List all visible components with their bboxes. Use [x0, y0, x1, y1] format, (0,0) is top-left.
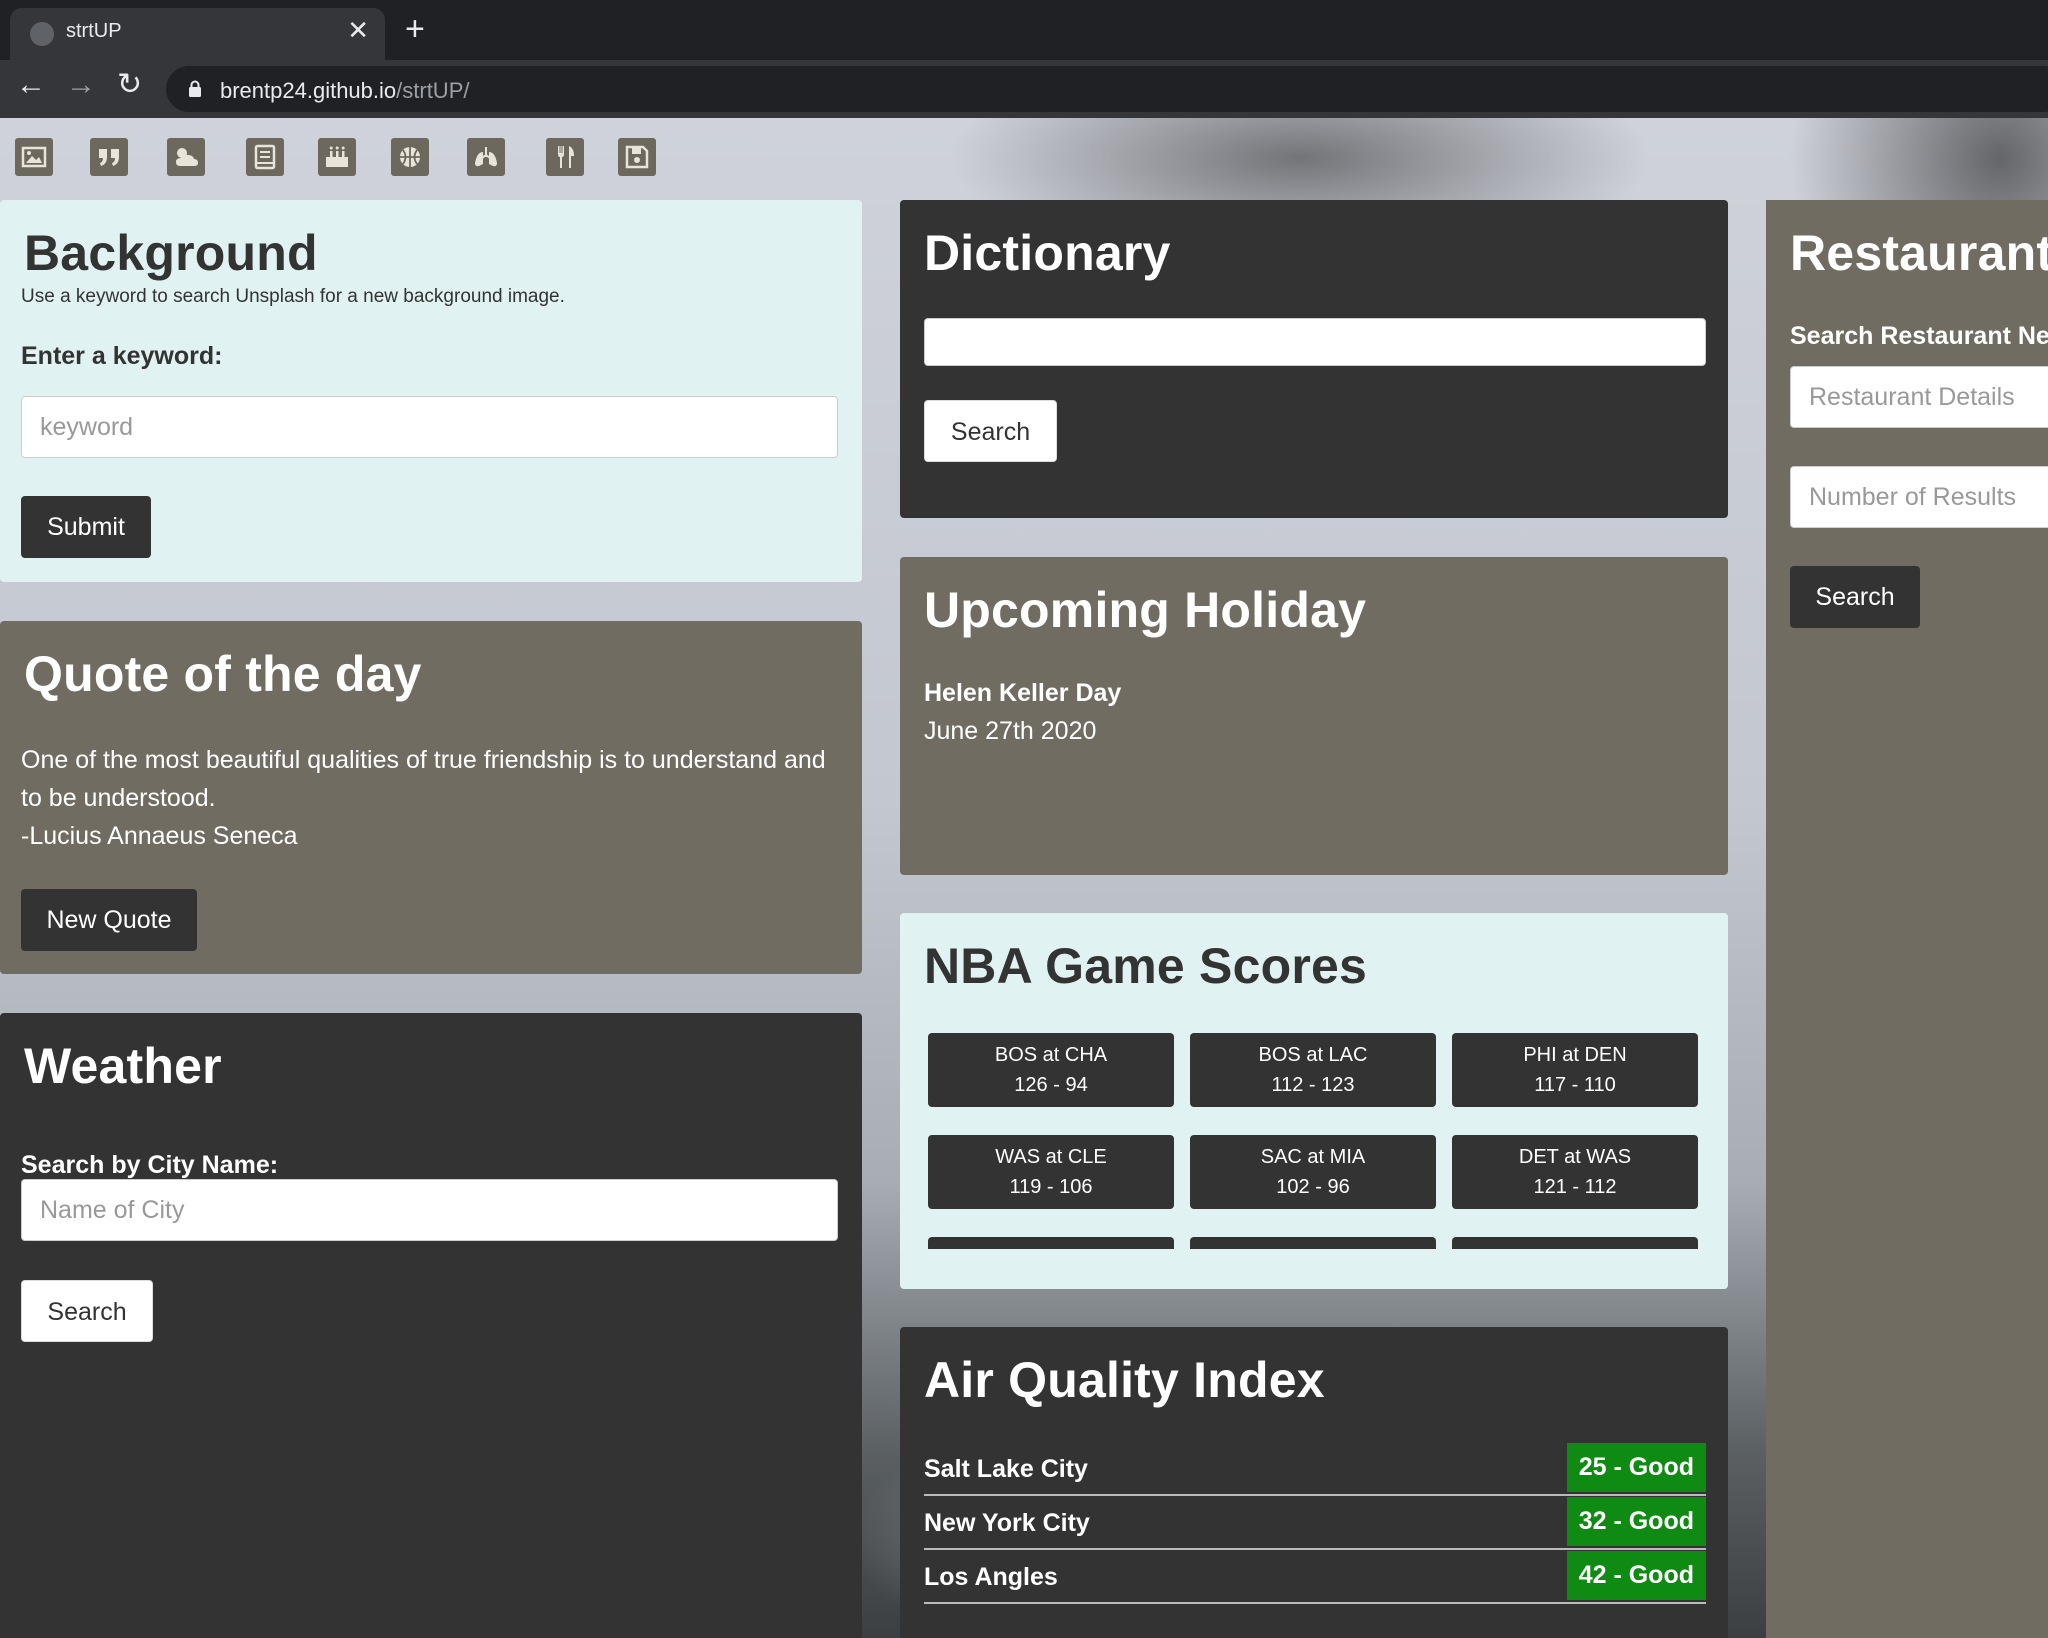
nba-card: NBA Game Scores BOS at CHA 126 - 94 BOS at…	[900, 913, 1728, 1289]
aqi-row: Los Angles 42 - Good	[924, 1551, 1706, 1604]
dictionary-input[interactable]	[924, 318, 1706, 366]
globe-icon	[30, 22, 54, 46]
widget-icon-bar	[0, 118, 700, 200]
aqi-badge: 32 - Good	[1566, 1497, 1706, 1546]
score-matchup: DET at WAS	[1518, 1146, 1632, 1168]
background-subtitle: Use a keyword to search Unsplash for a n…	[21, 286, 565, 307]
aqi-title: Air Quality Index	[924, 1352, 1325, 1408]
city-input[interactable]: Name of City	[21, 1179, 838, 1241]
address-bar[interactable]: brentp24.github.io/strtUP/	[166, 66, 2048, 112]
cake-icon[interactable]	[318, 138, 356, 176]
nba-title: NBA Game Scores	[924, 938, 1367, 994]
new-tab-icon[interactable]: +	[405, 12, 425, 46]
lock-icon	[189, 80, 201, 97]
holiday-card: Upcoming Holiday Helen Keller Day June 2…	[900, 557, 1728, 875]
quote-icon[interactable]	[90, 138, 128, 176]
score-matchup: PHI at DEN	[1523, 1044, 1627, 1066]
score-result: 121 - 112	[1533, 1176, 1617, 1198]
score-tile: DET at WAS 121 - 112	[1452, 1135, 1698, 1209]
restaurant-search-button[interactable]: Search	[1790, 566, 1920, 628]
back-arrow-icon[interactable]: ←	[16, 70, 46, 100]
weather-card: Weather Search by City Name: Name of Cit…	[0, 1013, 862, 1638]
aqi-row: Salt Lake City 25 - Good	[924, 1443, 1706, 1496]
score-result: 102 - 96	[1276, 1176, 1350, 1198]
score-result: 117 - 110	[1534, 1074, 1616, 1096]
url-path: /strtUP/	[396, 78, 470, 103]
aqi-badge: 42 - Good	[1566, 1551, 1706, 1600]
keyword-input[interactable]: keyword	[21, 396, 838, 458]
submit-button[interactable]: Submit	[21, 496, 151, 558]
background-card: Background Use a keyword to search Unspl…	[0, 200, 862, 582]
aqi-badge: 25 - Good	[1566, 1443, 1706, 1492]
aqi-row: New York City 32 - Good	[924, 1497, 1706, 1550]
score-tile: SAC at MIA 102 - 96	[1190, 1135, 1436, 1209]
browser-tab[interactable]: strtUP ✕	[10, 8, 385, 60]
basketball-icon[interactable]	[391, 138, 429, 176]
book-icon[interactable]	[246, 138, 284, 176]
score-matchup: WAS at CLE	[995, 1146, 1107, 1168]
dictionary-card: Dictionary Search	[900, 200, 1728, 518]
new-quote-button[interactable]: New Quote	[21, 889, 197, 951]
aqi-city: New York City	[924, 1509, 1090, 1537]
score-tile: NOP at MIN	[928, 1237, 1174, 1249]
reload-icon[interactable]: ↻	[117, 70, 142, 100]
dictionary-search-button[interactable]: Search	[924, 400, 1057, 462]
score-tile: BOS at CHA 126 - 94	[928, 1033, 1174, 1107]
score-tile: PHI at DEN 117 - 110	[1452, 1033, 1698, 1107]
score-matchup: SAC at MIA	[1260, 1146, 1366, 1168]
forward-arrow-icon[interactable]: →	[66, 70, 96, 100]
score-matchup: BOS at CHA	[994, 1044, 1108, 1066]
aqi-card: Air Quality Index Salt Lake City 25 - Goo…	[900, 1327, 1728, 1638]
restaurant-search-label: Search Restaurant Ne	[1790, 322, 2048, 350]
holiday-title: Upcoming Holiday	[924, 582, 1367, 638]
quote-title: Quote of the day	[24, 646, 422, 702]
quote-text: One of the most beautiful qualities of t…	[21, 746, 826, 812]
quote-author: -Lucius Annaeus Seneca	[21, 822, 298, 850]
score-tile: BOS at LAC 112 - 123	[1190, 1033, 1436, 1107]
url-text: brentp24.github.io/strtUP/	[220, 78, 469, 104]
results-count-input[interactable]: Number of Results	[1790, 466, 2048, 528]
score-matchup: BOS at LAC	[1258, 1044, 1368, 1066]
quote-card: Quote of the day One of the most beautif…	[0, 621, 862, 974]
restaurant-title: Restaurant	[1790, 225, 2048, 281]
aqi-city: Los Angles	[924, 1563, 1058, 1591]
dictionary-title: Dictionary	[924, 225, 1171, 281]
url-host: brentp24.github.io	[220, 78, 397, 103]
keyword-label: Enter a keyword:	[21, 342, 223, 370]
score-matchup: NOP at MIN	[928, 1244, 1174, 1249]
browser-toolbar: ← → ↻ brentp24.github.io/strtUP/	[0, 60, 2048, 118]
close-icon[interactable]: ✕	[347, 17, 369, 43]
lungs-icon[interactable]	[467, 138, 505, 176]
score-tile: IND at CLE	[1190, 1237, 1436, 1249]
background-title: Background	[24, 225, 318, 281]
restaurant-card: Restaurant Search Restaurant Ne Restaura…	[1766, 200, 2048, 1638]
weather-title: Weather	[24, 1038, 222, 1094]
score-result: 119 - 106	[1009, 1176, 1093, 1198]
tab-title: strtUP	[66, 20, 122, 42]
aqi-city: Salt Lake City	[924, 1455, 1088, 1483]
browser-tabstrip: strtUP ✕ +	[0, 0, 2048, 60]
weather-search-button[interactable]: Search	[21, 1280, 153, 1342]
utensils-icon[interactable]	[546, 138, 584, 176]
score-tile: WAS at CLE 119 - 106	[928, 1135, 1174, 1209]
image-icon[interactable]	[15, 138, 53, 176]
score-result: 112 - 123	[1271, 1074, 1355, 1096]
city-label: Search by City Name:	[21, 1151, 279, 1179]
score-matchup: IND at CLE	[1190, 1244, 1436, 1249]
nba-scores-list[interactable]: BOS at CHA 126 - 94 BOS at LAC 112 - 123 PHI…	[924, 1033, 1710, 1249]
save-icon[interactable]	[618, 138, 656, 176]
score-result: 126 - 94	[1014, 1074, 1088, 1096]
score-matchup: ATL at CHA	[1452, 1244, 1698, 1249]
restaurant-details-input[interactable]: Restaurant Details	[1790, 366, 2048, 428]
quote-body: One of the most beautiful qualities of t…	[21, 741, 851, 855]
score-tile: ATL at CHA	[1452, 1237, 1698, 1249]
page-content: Background Use a keyword to search Unspl…	[0, 118, 2048, 1638]
weather-icon[interactable]	[167, 138, 205, 176]
holiday-date: June 27th 2020	[924, 717, 1097, 745]
holiday-name: Helen Keller Day	[924, 679, 1122, 707]
